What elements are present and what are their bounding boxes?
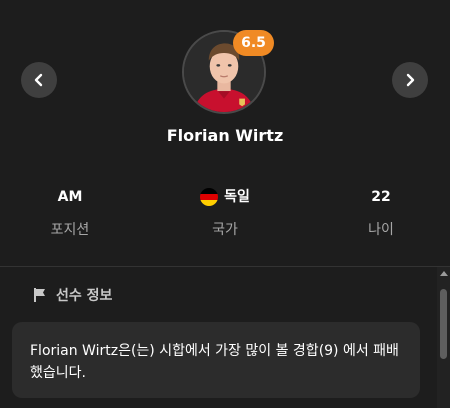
player-info-text: Florian Wirtz은(는) 시합에서 가장 많이 볼 경합(9) 에서 … (30, 343, 399, 381)
country-label: 국가 (212, 222, 238, 238)
player-info-header: 선수 정보 (32, 284, 112, 306)
country-value: 독일 (224, 189, 250, 205)
flag-icon (34, 288, 45, 302)
age-value: 22 (371, 189, 391, 205)
scroll-up-arrow-icon (439, 271, 448, 276)
player-name: Florian Wirtz (166, 126, 284, 145)
position-value: AM (57, 189, 83, 205)
chevron-right-icon (406, 73, 415, 87)
stat-position: AM 포지션 (0, 186, 140, 240)
next-player-button[interactable] (392, 62, 428, 98)
player-header: 6.5 Florian Wirtz AM 포지션 독일 국가 22 나이 (0, 0, 450, 266)
section-divider (0, 266, 450, 267)
scroll-thumb[interactable] (440, 289, 447, 359)
age-label: 나이 (368, 222, 394, 238)
country-value-row: 독일 (155, 186, 295, 208)
section-title: 선수 정보 (56, 288, 113, 304)
scroll-up-button[interactable] (437, 267, 450, 279)
player-rating-badge: 6.5 (233, 30, 274, 56)
player-info-card: Florian Wirtz은(는) 시합에서 가장 많이 볼 경합(9) 에서 … (12, 322, 420, 398)
germany-flag-icon (200, 188, 219, 206)
chevron-left-icon (34, 73, 43, 87)
stat-age: 22 나이 (311, 186, 450, 240)
scrollbar[interactable] (437, 267, 450, 408)
position-label: 포지션 (50, 222, 90, 238)
stat-country: 독일 국가 (155, 186, 295, 240)
previous-player-button[interactable] (21, 62, 57, 98)
